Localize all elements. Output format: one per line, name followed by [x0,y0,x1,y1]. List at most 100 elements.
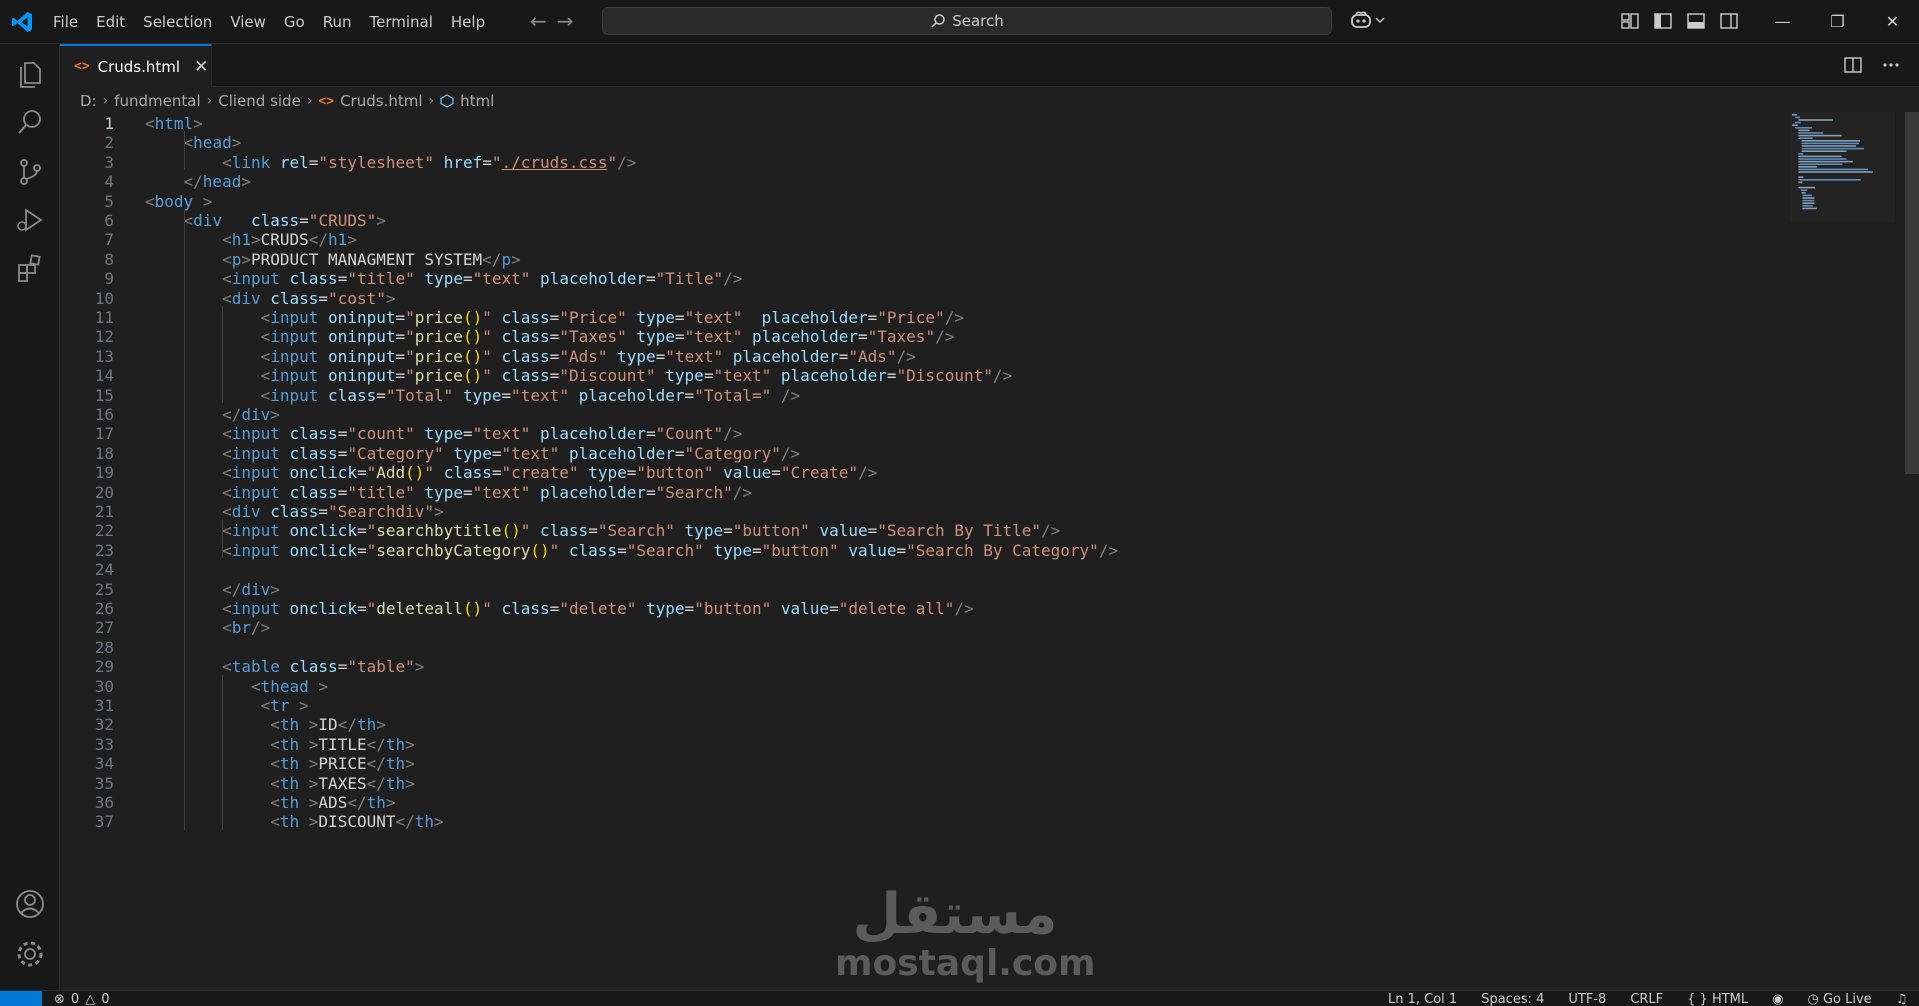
toggle-panel-icon[interactable] [1686,11,1706,31]
minimap-line [1801,140,1860,142]
code-text: <input onclick="searchbyCategory()" clas… [222,540,1119,560]
braces-icon: { } [1687,992,1708,1006]
notifications-bell-icon[interactable]: ♫ [1896,991,1908,1006]
toggle-primary-sidebar-icon[interactable] [1653,11,1673,31]
status-bar: ⊗ 0 △ 0 Ln 1, Col 1 Spaces: 4 UTF-8 CRLF… [0,990,1919,1006]
code-text: <br/> [222,618,271,638]
run-and-debug-icon[interactable] [14,204,46,236]
more-actions-icon[interactable] [1881,55,1901,75]
minimap-line [1798,132,1824,134]
restore-icon[interactable]: ❐ [1810,0,1865,43]
copilot-button[interactable] [1350,10,1385,30]
split-editor-icon[interactable] [1843,55,1863,75]
indent-guide [183,209,185,830]
minimap-line [1798,134,1842,137]
source-control-icon[interactable] [14,156,46,188]
minimap-line [1802,207,1817,210]
minimize-icon[interactable]: — [1755,0,1810,43]
problems-count[interactable]: 0 [71,991,79,1006]
warnings-count[interactable]: 0 [101,991,109,1006]
minimap-line [1801,142,1860,145]
chevron-right-icon: › [428,93,435,109]
minimap-line [1801,150,1847,152]
code-editor[interactable]: 1 <html> 2 <head> 3 <link rel="stylesheet" … [60,112,1919,990]
end-of-line[interactable]: CRLF [1630,991,1663,1006]
breadcrumb-symbol[interactable]: html [460,92,494,110]
toggle-secondary-sidebar-icon[interactable] [1719,11,1739,31]
vscode-logo-icon[interactable] [10,10,34,34]
menu-help[interactable]: Help [442,8,494,36]
minimap-line [1798,166,1817,168]
gear-icon[interactable] [14,938,46,970]
command-center-search[interactable]: Search [602,7,1332,35]
extensions-icon[interactable] [14,252,46,284]
minimap[interactable] [1790,112,1895,232]
minimap-line [1798,179,1861,181]
minimap-line [1798,153,1804,155]
indent-guide [222,519,224,559]
minimap-line [1800,189,1808,191]
menu-go[interactable]: Go [275,8,314,36]
minimap-line [1798,160,1853,163]
breadcrumb-file[interactable]: Cruds.html [340,92,422,110]
menu-edit[interactable]: Edit [87,8,134,36]
back-arrow-icon[interactable]: ← [530,9,547,33]
copilot-status-icon[interactable]: ◉ [1772,991,1783,1006]
activity-bar [0,44,60,990]
minimap-line [1798,181,1803,184]
search-icon[interactable] [14,106,46,138]
explorer-icon[interactable] [14,58,46,90]
watermark: مستقل mostaql.com [835,885,1096,984]
code-text: <th >DISCOUNT</th> [270,812,444,832]
menu-run[interactable]: Run [314,8,361,36]
customize-layout-icon[interactable] [1620,11,1640,31]
menu-bar: File Edit Selection View Go Run Terminal… [44,0,494,43]
remote-indicator[interactable] [0,991,42,1006]
minimap-line [1795,116,1800,119]
minimap-line [1798,129,1810,132]
breadcrumb-subfolder[interactable]: Cliend side [218,92,301,110]
tab-cruds-html[interactable]: <> Cruds.html ✕ [60,44,212,87]
indentation[interactable]: Spaces: 4 [1481,991,1544,1006]
breadcrumb-drive[interactable]: D: [80,92,97,110]
html-file-icon: <> [74,59,90,74]
minimap-line [1798,155,1842,158]
chevron-right-icon: › [206,93,213,109]
minimap-line [1802,202,1815,204]
minimap-line [1798,186,1816,189]
menu-file[interactable]: File [44,8,87,36]
language-label: HTML [1711,992,1749,1006]
menu-view[interactable]: View [221,8,275,36]
go-live-label: Go Live [1822,992,1872,1006]
encoding[interactable]: UTF-8 [1568,991,1606,1006]
chevron-right-icon: › [306,93,313,109]
html-file-icon: <> [318,93,335,109]
indent-guide [222,674,224,830]
cursor-position[interactable]: Ln 1, Col 1 [1388,991,1457,1006]
minimap-line [1801,192,1806,194]
warning-icon[interactable]: △ [85,991,95,1006]
minimap-line [1802,205,1813,207]
minimap-line [1802,197,1815,199]
menu-terminal[interactable]: Terminal [361,8,442,36]
accounts-icon[interactable] [14,888,46,920]
minimap-line [1792,114,1797,116]
errors-icon[interactable]: ⊗ [54,991,65,1006]
watermark-latin: mostaql.com [835,943,1096,984]
chevron-right-icon: › [102,93,109,109]
indent-guide [222,306,224,403]
go-live-button[interactable]: ◷ Go Live [1807,991,1871,1006]
breadcrumb-folder[interactable]: fundmental [114,92,200,110]
language-mode[interactable]: { } HTML [1687,991,1748,1006]
tab-label: Cruds.html [97,57,181,76]
menu-selection[interactable]: Selection [134,8,221,36]
close-window-icon[interactable]: ✕ [1865,0,1919,43]
forward-arrow-icon[interactable]: → [557,9,574,33]
minimap-line [1798,119,1833,121]
copilot-icon [1351,11,1371,28]
minimap-line [1798,163,1843,165]
editor-scrollbar[interactable] [1905,112,1919,474]
broadcast-icon: ◷ [1807,992,1819,1006]
indent-guide [183,131,185,171]
close-icon[interactable]: ✕ [194,57,208,77]
